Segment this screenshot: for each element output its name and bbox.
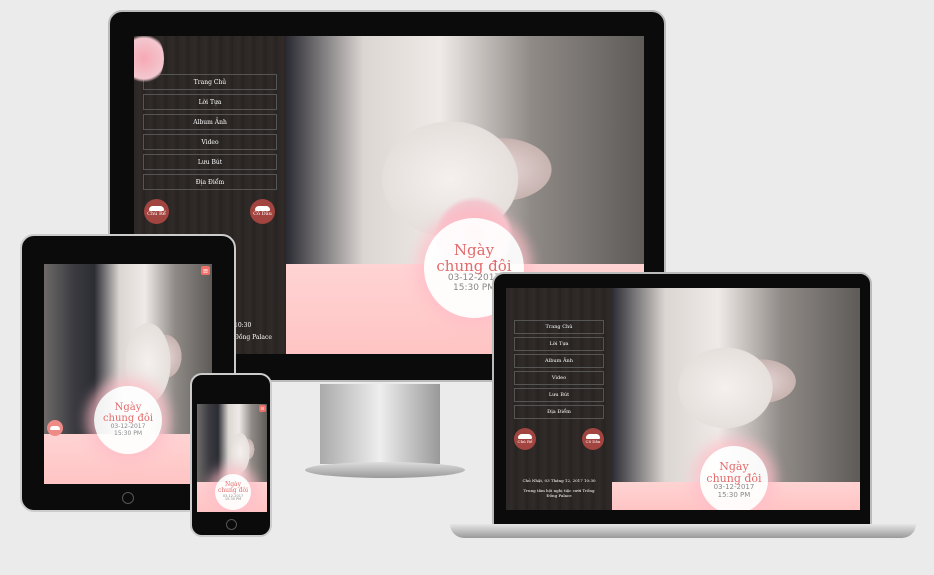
nav-intro[interactable]: Lời Tựa xyxy=(143,94,277,110)
hero-title: Ngày chung đôi xyxy=(436,240,512,275)
nav-home[interactable]: Trang Chủ xyxy=(143,74,277,90)
nav-menu: Trang Chủ Lời Tựa Album Ảnh Video Lưu Bú… xyxy=(143,74,277,190)
event-datetime: Chủ Nhật, 03 Tháng 12, 2017 10:30 xyxy=(522,478,596,483)
phone: ≡ Ngày chung đôi 03-12-2017 15:30 PM xyxy=(190,373,272,537)
nav-guestbook[interactable]: Lưu Bút xyxy=(143,154,277,170)
nav-location[interactable]: Địa Điểm xyxy=(143,174,277,190)
monitor-base xyxy=(305,462,465,478)
tablet-home-button xyxy=(122,492,134,504)
event-venue: Trung tâm hội nghị tiệc cưới Trống Đồng … xyxy=(523,488,595,498)
laptop-groom-button[interactable]: Chú Rể xyxy=(514,428,536,450)
laptop-screen: Ngày chung đôi 03-12-2017 15:30 PM Trang… xyxy=(506,288,860,510)
tablet-hamburger-icon[interactable]: ≡ xyxy=(201,266,210,275)
hero-time: 15:30 PM xyxy=(453,282,495,293)
monitor-stand xyxy=(320,384,440,464)
phone-home-button xyxy=(226,519,237,530)
event-time-partial: 10:30 xyxy=(234,322,252,329)
tablet-groom-button[interactable] xyxy=(47,420,63,436)
laptop: Ngày chung đôi 03-12-2017 15:30 PM Trang… xyxy=(492,272,872,526)
groom-button[interactable]: Chú Rể xyxy=(144,199,169,224)
nav-album[interactable]: Album Ảnh xyxy=(143,114,277,130)
phone-screen: ≡ Ngày chung đôi 03-12-2017 15:30 PM xyxy=(197,404,267,512)
nav-video[interactable]: Video xyxy=(143,134,277,150)
venue-partial: Đồng Palace xyxy=(234,334,272,341)
tablet-screen: ≡ Ngày chung đôi 03-12-2017 15:30 PM xyxy=(44,264,212,484)
laptop-sidebar: Trang Chủ Lời Tựa Album Ảnh Video Lưu Bú… xyxy=(506,288,612,510)
laptop-base xyxy=(450,524,916,538)
phone-hamburger-icon[interactable]: ≡ xyxy=(259,405,266,412)
mustache-icon xyxy=(50,426,60,430)
laptop-bride-button[interactable]: Cô Dâu xyxy=(582,428,604,450)
bride-button[interactable]: Cô Dâu xyxy=(250,199,275,224)
